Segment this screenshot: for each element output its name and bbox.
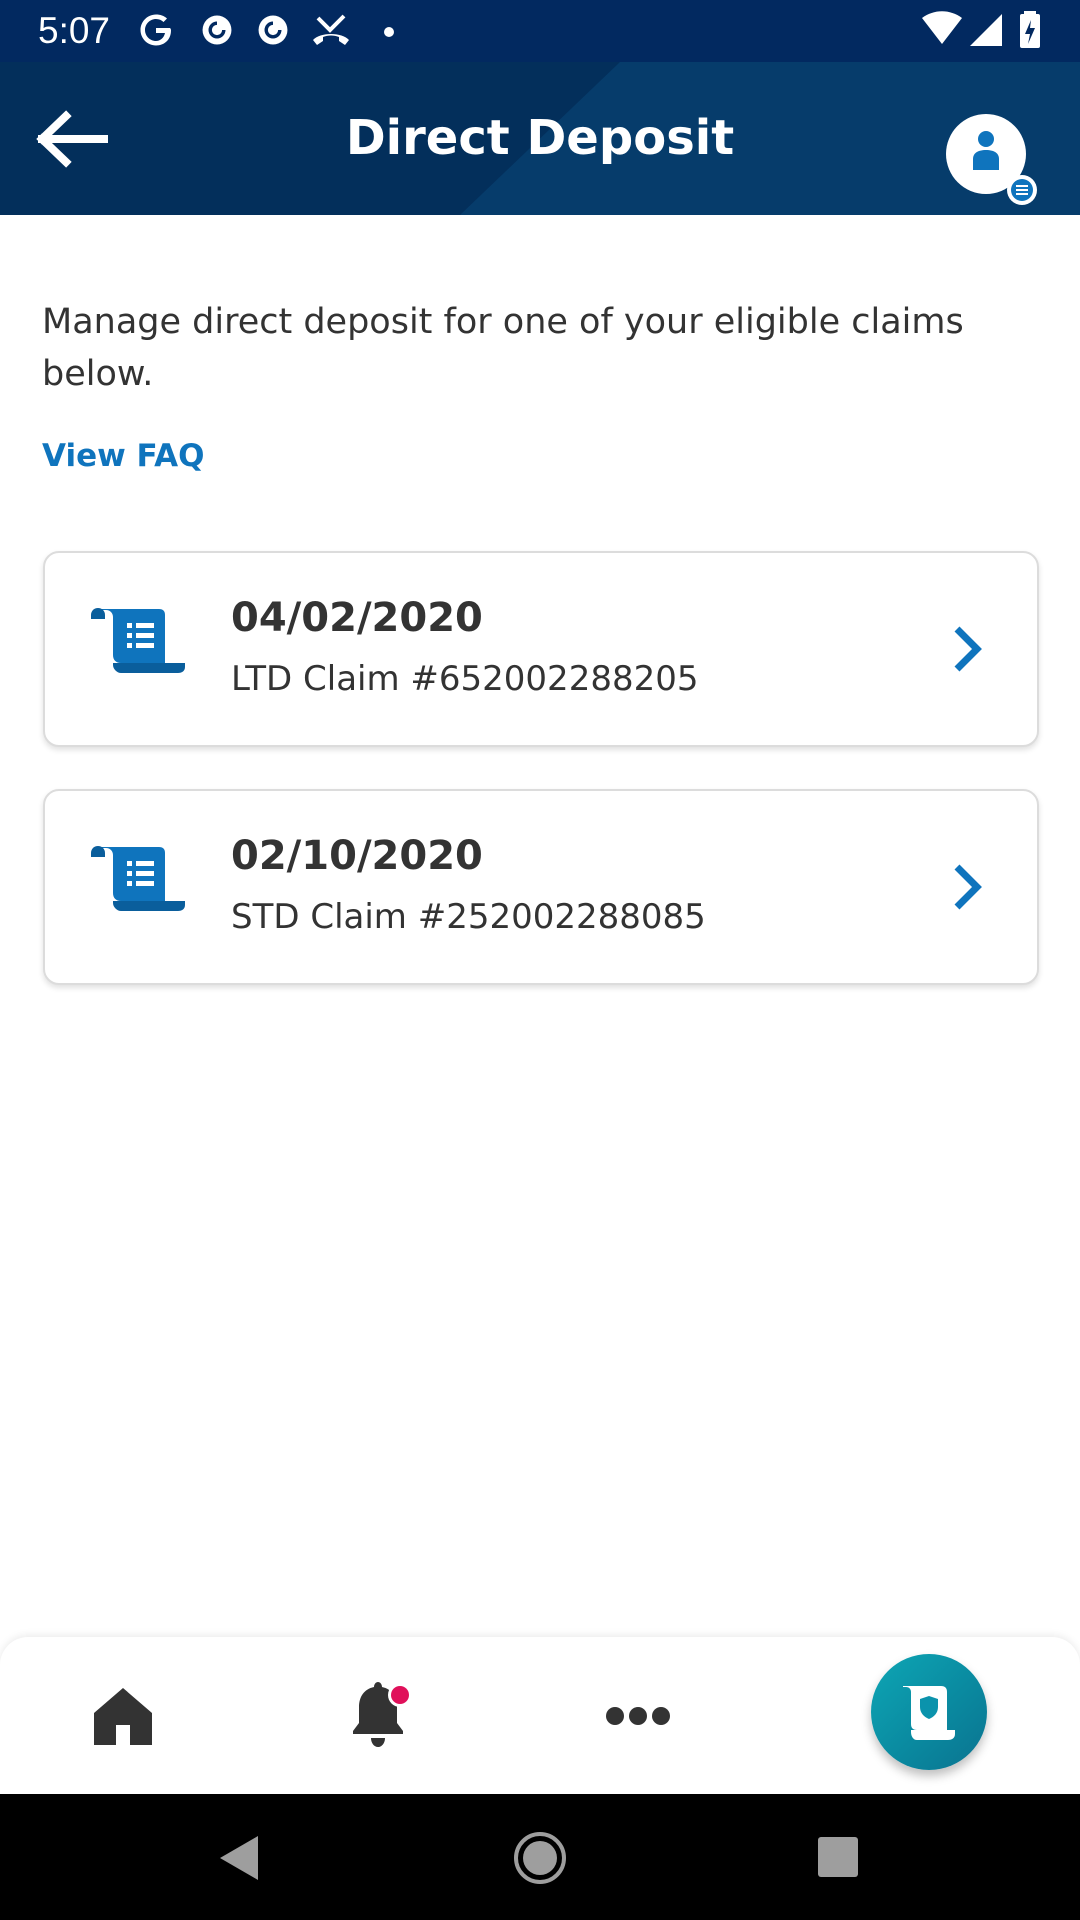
app-header: Direct Deposit bbox=[0, 62, 1080, 215]
wifi-icon bbox=[922, 11, 962, 44]
chevron-right-icon bbox=[954, 864, 982, 910]
chevron-right-icon bbox=[954, 626, 982, 672]
pocket-casts-icon bbox=[258, 15, 288, 45]
back-triangle-icon[interactable] bbox=[216, 1834, 260, 1882]
claim-document-icon bbox=[91, 608, 185, 673]
google-icon bbox=[140, 14, 171, 46]
claim-date: 02/10/2020 bbox=[231, 833, 483, 879]
cell-signal-icon bbox=[970, 14, 1002, 46]
claim-description: STD Claim #252002288085 bbox=[231, 897, 706, 937]
status-time: 5:07 bbox=[38, 10, 111, 51]
bottom-navigation bbox=[0, 1637, 1080, 1794]
status-bar: 5:07 bbox=[0, 0, 1080, 62]
claim-document-icon bbox=[91, 846, 185, 911]
claims-fab-button[interactable] bbox=[871, 1654, 987, 1770]
more-icon[interactable] bbox=[606, 1705, 670, 1727]
home-circle-icon[interactable] bbox=[512, 1830, 568, 1886]
pocket-casts-icon bbox=[202, 15, 232, 45]
intro-text: Manage direct deposit for one of your el… bbox=[42, 302, 964, 394]
claim-card[interactable]: 04/02/2020 LTD Claim #652002288205 bbox=[43, 551, 1039, 747]
page-title: Direct Deposit bbox=[345, 110, 735, 166]
more-dot-icon bbox=[384, 27, 394, 37]
battery-icon bbox=[1020, 11, 1040, 48]
system-navigation-bar bbox=[0, 1794, 1080, 1920]
view-faq-link[interactable]: View FAQ bbox=[42, 432, 205, 480]
claims-fab-icon bbox=[903, 1686, 955, 1740]
notifications-bell-icon[interactable] bbox=[352, 1681, 412, 1749]
recents-square-icon[interactable] bbox=[817, 1836, 859, 1878]
profile-menu-icon[interactable] bbox=[946, 114, 1042, 210]
claim-date: 04/02/2020 bbox=[231, 595, 483, 641]
claim-card[interactable]: 02/10/2020 STD Claim #252002288085 bbox=[43, 789, 1039, 985]
home-icon[interactable] bbox=[92, 1685, 154, 1747]
missed-call-icon bbox=[313, 14, 349, 45]
claim-description: LTD Claim #652002288205 bbox=[231, 659, 699, 699]
